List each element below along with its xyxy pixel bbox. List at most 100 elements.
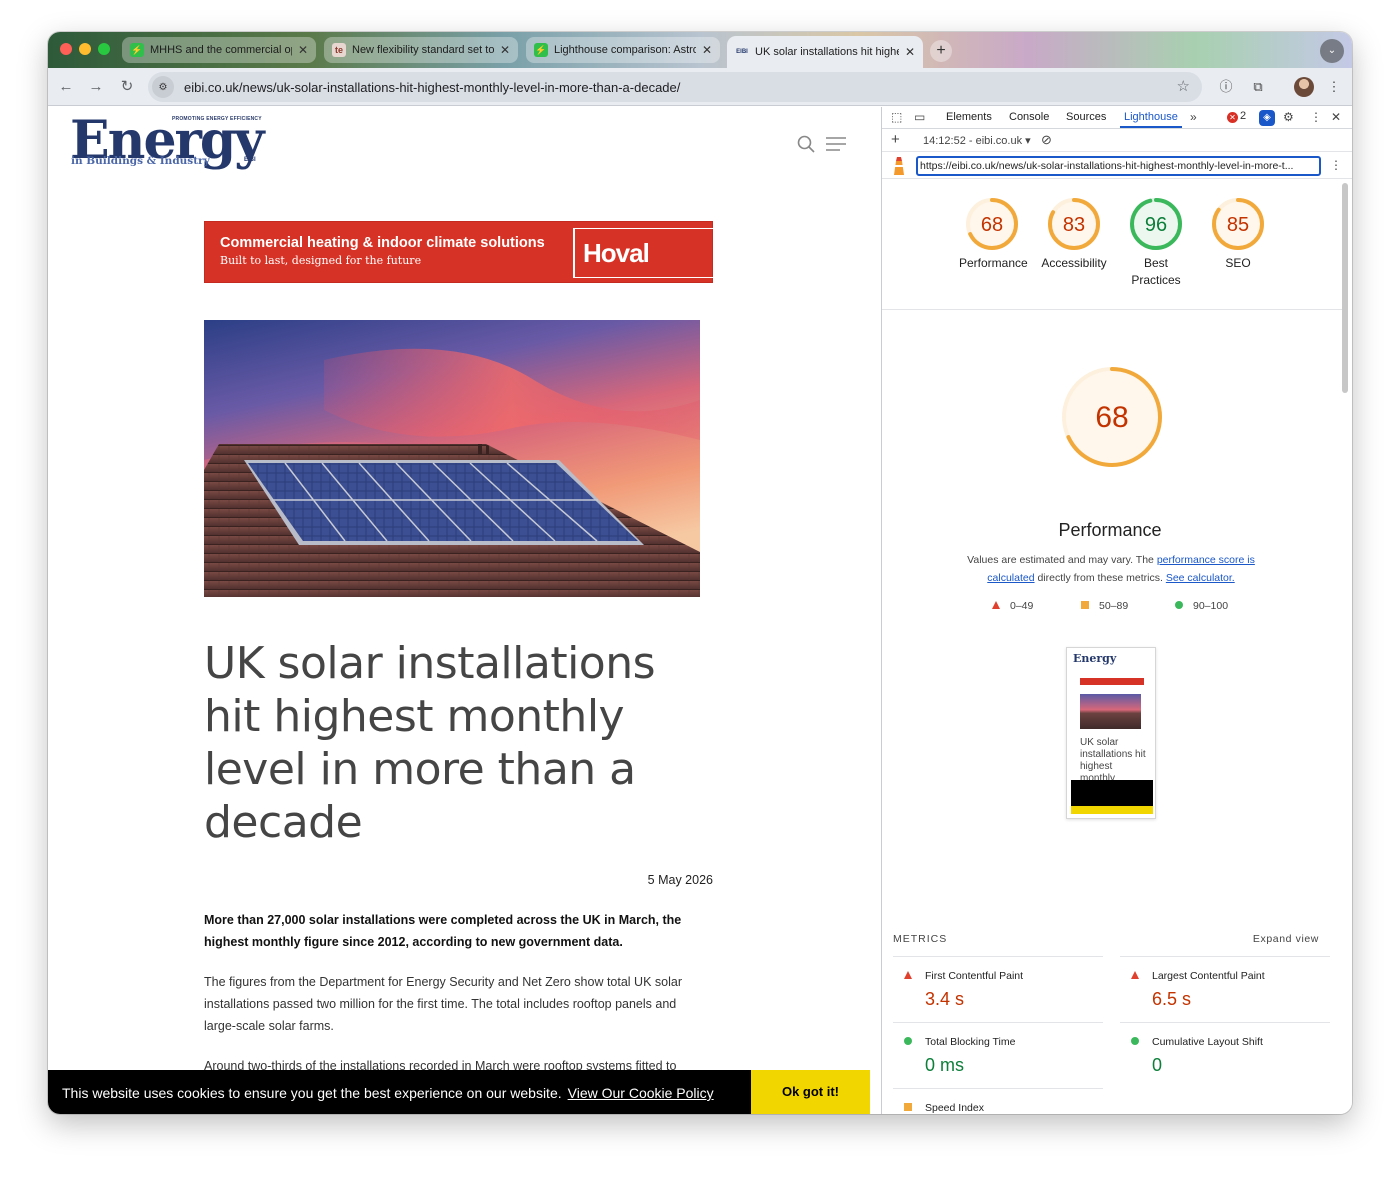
browser-tab[interactable]: ⚡ MHHS and the commercial op ✕: [122, 37, 316, 63]
close-tab-icon[interactable]: ✕: [905, 45, 915, 59]
legend-range: 50–89: [1099, 600, 1129, 612]
inspect-element-icon[interactable]: ⬚: [891, 110, 902, 124]
browser-tab[interactable]: ⚡ Lighthouse comparison: Astro ✕: [526, 37, 720, 63]
cookie-banner: This website uses cookies to ensure you …: [48, 1070, 870, 1114]
devtools-tab-sources[interactable]: Sources: [1066, 111, 1106, 123]
devtools-tab-elements[interactable]: Elements: [946, 111, 992, 123]
metric-value: 0: [1152, 1055, 1163, 1075]
eibi-icon: EIBI: [736, 49, 748, 55]
triangle-icon: [1131, 971, 1139, 979]
score-gauge-best-practices[interactable]: 96 Best Practices: [1123, 196, 1189, 289]
site-info-icon[interactable]: ⚙: [152, 76, 174, 98]
search-icon[interactable]: [796, 134, 816, 154]
browser-tab[interactable]: te New flexibility standard set to ✕: [324, 37, 518, 63]
cookie-policy-link[interactable]: View Our Cookie Policy: [568, 1085, 714, 1101]
legend-range: 90–100: [1193, 600, 1229, 612]
circle-icon: [1175, 601, 1183, 609]
score-gauge-performance[interactable]: 68 Performance: [959, 196, 1028, 272]
metric-label: Largest Contentful Paint: [1152, 970, 1265, 982]
te-icon: te: [332, 43, 346, 57]
cookie-message: This website uses cookies to ensure you …: [62, 1085, 714, 1101]
thumb-ad: [1080, 678, 1144, 685]
active-tab-indicator: [1120, 126, 1182, 128]
triangle-icon: [992, 601, 1000, 609]
bookmark-star-icon[interactable]: ☆: [1177, 77, 1190, 95]
score-ring: 96: [1130, 198, 1182, 250]
ai-assistant-icon[interactable]: ◈: [1259, 110, 1275, 126]
square-icon: [1081, 601, 1089, 609]
circle-icon: [904, 1037, 912, 1045]
error-counter[interactable]: ✕ 2: [1227, 110, 1246, 123]
extensions-icon[interactable]: ⧉: [1248, 77, 1268, 97]
lighthouse-url-bar: https://eibi.co.uk/news/uk-solar-install…: [882, 153, 1352, 179]
audited-url-field[interactable]: https://eibi.co.uk/news/uk-solar-install…: [916, 156, 1321, 176]
maximize-window-button[interactable]: [98, 43, 110, 55]
report-selector[interactable]: 14:12:52 - eibi.co.uk ▾: [923, 134, 1031, 147]
section-divider: [882, 309, 1342, 310]
device-toolbar-icon[interactable]: ▭: [914, 110, 925, 124]
hero-image-solar-roof: [204, 320, 700, 597]
metric-cumulative-layout-shift: Cumulative Layout Shift 0: [1120, 1022, 1330, 1088]
lighthouse-logo-icon: [894, 157, 904, 175]
close-devtools-icon[interactable]: ✕: [1331, 110, 1341, 124]
report-selector-label: 14:12:52 - eibi.co.uk: [923, 135, 1023, 147]
metric-speed-index: Speed Index4.7 s: [893, 1088, 1103, 1114]
metric-total-blocking-time: Total Blocking Time 0 ms: [893, 1022, 1103, 1088]
browser-toolbar: ← → ↻ ⚙ eibi.co.uk/news/uk-solar-install…: [48, 68, 1352, 106]
performance-big-gauge: 68: [1062, 367, 1162, 467]
close-tab-icon[interactable]: ✕: [298, 43, 308, 57]
metric-value: 6.5 s: [1152, 989, 1192, 1009]
metric-label: Total Blocking Time: [925, 1036, 1016, 1048]
close-tab-icon[interactable]: ✕: [500, 43, 510, 57]
browser-tab-active[interactable]: EIBI UK solar installations hit highe ✕: [727, 36, 923, 68]
minimize-window-button[interactable]: [79, 43, 91, 55]
devtools-scrollbar[interactable]: [1342, 183, 1348, 393]
devtools-menu-icon[interactable]: ⋮: [1310, 110, 1322, 124]
tab-search-button[interactable]: ⌄: [1320, 39, 1344, 63]
legend-pass: 90–100: [1175, 600, 1228, 612]
url-text[interactable]: eibi.co.uk/news/uk-solar-installations-h…: [184, 80, 680, 95]
more-tabs-icon[interactable]: »: [1190, 110, 1197, 124]
reload-button[interactable]: ↻: [117, 77, 137, 97]
profile-avatar[interactable]: [1294, 77, 1314, 97]
tab-strip: ⚡ MHHS and the commercial op ✕ te New fl…: [48, 32, 1352, 68]
score-value: 83: [1063, 214, 1085, 236]
score-gauge-accessibility[interactable]: 83 Accessibility: [1041, 196, 1107, 272]
logo-badge: EIBI: [244, 157, 256, 163]
hamburger-menu-icon[interactable]: [826, 136, 846, 152]
devtools-tab-console[interactable]: Console: [1009, 111, 1049, 123]
lighthouse-toolbar: + 14:12:52 - eibi.co.uk ▾ ⊘: [882, 130, 1352, 152]
new-report-plus-icon[interactable]: +: [891, 131, 900, 148]
error-count: 2: [1240, 110, 1247, 122]
legend-range: 0–49: [1010, 600, 1034, 612]
url-menu-icon[interactable]: ⋮: [1330, 158, 1342, 172]
address-bar[interactable]: ⚙ eibi.co.uk/news/uk-solar-installations…: [148, 72, 1202, 102]
thumb-image: [1080, 694, 1141, 729]
score-ring: 83: [1048, 198, 1100, 250]
page-screenshot-thumbnail[interactable]: Energy UK solar installations hit highes…: [1066, 647, 1156, 819]
tab-title: MHHS and the commercial op: [150, 44, 292, 56]
score-label: Best Practices: [1131, 256, 1181, 287]
expand-view-button[interactable]: Expand view: [1253, 933, 1319, 945]
article-lead: More than 27,000 solar installations wer…: [204, 913, 682, 949]
ad-brand-name: Hoval: [583, 238, 650, 268]
devtools-tab-lighthouse[interactable]: Lighthouse: [1124, 111, 1178, 123]
browser-menu-icon[interactable]: ⋮: [1324, 77, 1344, 97]
cookie-accept-button[interactable]: Ok got it!: [751, 1070, 870, 1114]
forward-button[interactable]: →: [86, 77, 106, 97]
back-button[interactable]: ←: [56, 77, 76, 97]
close-window-button[interactable]: [60, 43, 72, 55]
score-ring: 68: [966, 198, 1018, 250]
ad-title: Commercial heating & indoor climate solu…: [220, 235, 545, 251]
tab-title: Lighthouse comparison: Astro: [554, 44, 696, 56]
bolt-icon: ⚡: [534, 43, 548, 57]
settings-gear-icon[interactable]: ⚙: [1283, 110, 1294, 124]
clear-reports-icon[interactable]: ⊘: [1041, 132, 1052, 148]
close-tab-icon[interactable]: ✕: [702, 43, 712, 57]
advertisement-banner[interactable]: Commercial heating & indoor climate solu…: [204, 221, 714, 283]
see-calculator-link[interactable]: See calculator.: [1166, 572, 1235, 584]
new-tab-button[interactable]: +: [930, 40, 952, 62]
password-manager-icon[interactable]: ⓘ: [1216, 77, 1236, 97]
performance-description: Values are estimated and may vary. The p…: [952, 551, 1270, 587]
score-gauge-seo[interactable]: 85 SEO: [1205, 196, 1271, 272]
